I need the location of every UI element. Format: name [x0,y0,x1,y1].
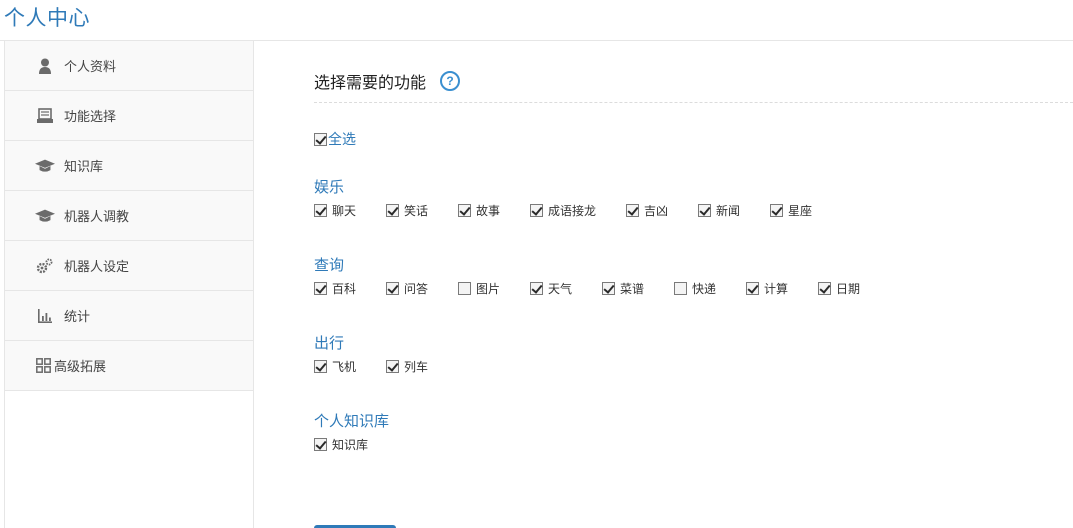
checkbox[interactable] [386,360,399,373]
section-header: 选择需要的功能 ? [314,69,461,93]
gears-icon [35,256,55,276]
dashed-divider [314,102,1073,103]
feature-checkbox-horoscope[interactable]: 星座 [770,202,842,219]
feature-checkbox-flights[interactable]: 飞机 [314,358,386,375]
sidebar-item-label: 个人资料 [64,60,117,75]
feature-label: 百科 [332,282,357,296]
group-travel: 出行 飞机 列车 [314,332,458,375]
feature-checkbox-idiom-chain[interactable]: 成语接龙 [530,202,626,219]
checkbox[interactable] [314,438,327,451]
page-title: 个人中心 [4,6,90,30]
bar-chart-icon [35,306,55,326]
checkbox[interactable] [530,204,543,217]
select-all-label: 全选 [328,132,356,148]
feature-label: 飞机 [332,360,357,374]
feature-checkbox-date[interactable]: 日期 [818,280,890,297]
feature-checkbox-images[interactable]: 图片 [458,280,530,297]
group-title: 娱乐 [314,178,345,196]
group-items: 聊天 笑话 故事 成语接龙 吉凶 新闻 星座 [314,202,842,219]
feature-label: 问答 [404,282,429,296]
group-items: 百科 问答 图片 天气 菜谱 快递 计算 日期 [314,280,890,297]
group-title: 查询 [314,256,345,274]
checkbox[interactable] [530,282,543,295]
feature-label: 天气 [548,282,573,296]
checkbox[interactable] [314,282,327,295]
feature-label: 故事 [476,204,501,218]
group-entertainment: 娱乐 聊天 笑话 故事 成语接龙 吉凶 新闻 星座 [314,176,842,219]
checkbox[interactable] [458,204,471,217]
feature-checkbox-fortune[interactable]: 吉凶 [626,202,698,219]
checkbox[interactable] [818,282,831,295]
feature-label: 星座 [788,204,813,218]
group-title: 个人知识库 [314,412,390,430]
feature-checkbox-stories[interactable]: 故事 [458,202,530,219]
section-title: 选择需要的功能 [314,73,427,92]
group-items: 飞机 列车 [314,358,458,375]
feature-label: 新闻 [716,204,741,218]
sidebar-item-profile[interactable]: 个人资料 [5,41,253,91]
user-icon [35,56,55,76]
sidebar-item-features[interactable]: 功能选择 [5,91,253,141]
checkbox[interactable] [314,360,327,373]
sidebar-item-label: 知识库 [64,160,104,175]
tray-icon [35,106,55,126]
checkbox[interactable] [626,204,639,217]
feature-checkbox-qa[interactable]: 问答 [386,280,458,297]
feature-selection-panel: 选择需要的功能 ? 全选 娱乐 聊天 笑话 故事 成语接龙 吉凶 新闻 星座 查… [314,41,1073,528]
feature-label: 计算 [764,282,789,296]
sidebar: 个人资料 功能选择 知识库 机器人调教 机器人设定 统计 高级拓展 [4,41,254,528]
feature-label: 聊天 [332,204,357,218]
feature-checkbox-jokes[interactable]: 笑话 [386,202,458,219]
feature-label: 日期 [836,282,861,296]
feature-label: 快递 [692,282,717,296]
group-personal-knowledge: 个人知识库 知识库 [314,410,389,453]
feature-checkbox-encyclopedia[interactable]: 百科 [314,280,386,297]
checkbox[interactable] [314,132,327,146]
checkbox[interactable] [770,204,783,217]
sidebar-item-label: 高级拓展 [54,360,107,375]
sidebar-item-robot-training[interactable]: 机器人调教 [5,191,253,241]
feature-checkbox-recipes[interactable]: 菜谱 [602,280,674,297]
feature-label: 知识库 [332,438,369,452]
feature-checkbox-chat[interactable]: 聊天 [314,202,386,219]
checkbox[interactable] [602,282,615,295]
grid-icon [33,356,53,376]
feature-checkbox-calculator[interactable]: 计算 [746,280,818,297]
feature-label: 列车 [404,360,429,374]
feature-label: 成语接龙 [548,204,597,218]
checkbox[interactable] [674,282,687,295]
feature-checkbox-trains[interactable]: 列车 [386,358,458,375]
feature-checkbox-delivery[interactable]: 快递 [674,280,746,297]
sidebar-item-label: 机器人设定 [64,260,130,275]
graduation-cap-icon [35,156,55,176]
feature-label: 笑话 [404,204,429,218]
checkbox[interactable] [386,282,399,295]
sidebar-item-label: 功能选择 [64,110,117,125]
sidebar-item-statistics[interactable]: 统计 [5,291,253,341]
sidebar-item-advanced[interactable]: 高级拓展 [5,341,253,391]
sidebar-item-knowledge[interactable]: 知识库 [5,141,253,191]
graduation-cap-icon [35,206,55,226]
checkbox[interactable] [698,204,711,217]
feature-checkbox-news[interactable]: 新闻 [698,202,770,219]
sidebar-item-robot-settings[interactable]: 机器人设定 [5,241,253,291]
feature-label: 吉凶 [644,204,669,218]
help-icon[interactable]: ? [440,71,461,91]
checkbox[interactable] [314,204,327,217]
select-all-checkbox[interactable]: 全选 [314,129,356,149]
checkbox[interactable] [746,282,759,295]
feature-label: 菜谱 [620,282,645,296]
feature-checkbox-knowledge-base[interactable]: 知识库 [314,436,386,453]
group-query: 查询 百科 问答 图片 天气 菜谱 快递 计算 日期 [314,254,890,297]
checkbox[interactable] [386,204,399,217]
sidebar-item-label: 统计 [64,310,91,325]
checkbox[interactable] [458,282,471,295]
group-items: 知识库 [314,436,389,453]
sidebar-item-label: 机器人调教 [64,210,130,225]
feature-checkbox-weather[interactable]: 天气 [530,280,602,297]
group-title: 出行 [314,334,345,352]
feature-label: 图片 [476,282,501,296]
